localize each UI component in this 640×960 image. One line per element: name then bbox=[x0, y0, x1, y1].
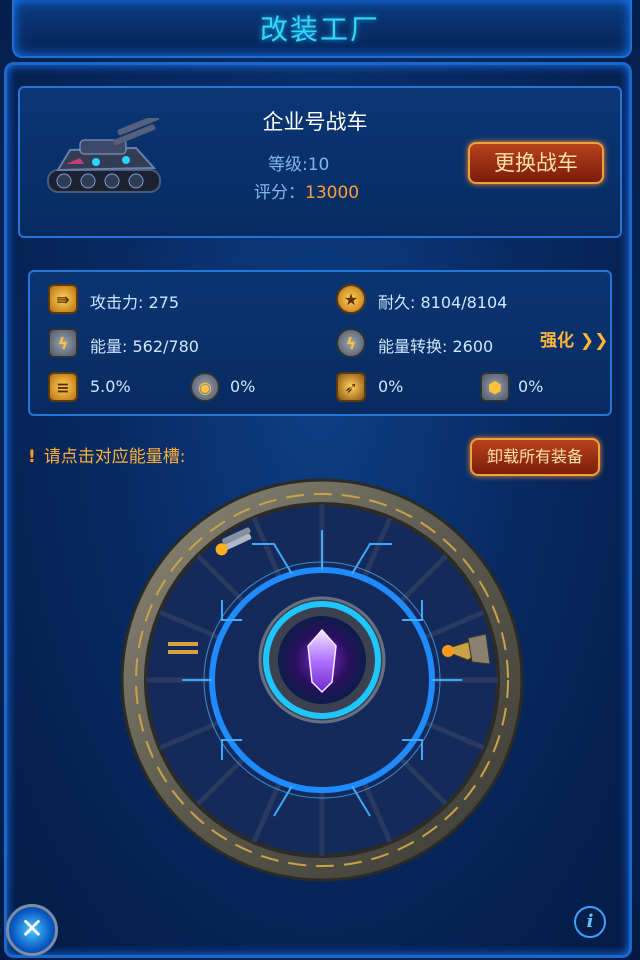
bonus-missile-value: 0% bbox=[378, 377, 404, 396]
energy-icon: ϟ bbox=[48, 328, 78, 358]
vehicle-level: 等级:10 bbox=[268, 150, 329, 175]
score-value: 13000 bbox=[305, 183, 360, 203]
armor-icon: ⬢ bbox=[480, 372, 510, 402]
energy-slot-ring bbox=[120, 478, 524, 882]
page-title: 改装工厂 bbox=[259, 13, 380, 46]
energy-conversion-stat: 能量转换: 2600 bbox=[378, 337, 494, 356]
level-label: 等级: bbox=[268, 155, 308, 175]
chevron-right-icon: ❯❯ bbox=[579, 331, 609, 351]
info-icon: i bbox=[586, 911, 594, 932]
bonus-armor-value: 0% bbox=[518, 377, 544, 396]
slot-prompt-text: 请点击对应能量槽: bbox=[43, 447, 186, 467]
change-vehicle-button[interactable]: 更换战车 bbox=[468, 142, 604, 184]
close-icon: ✕ bbox=[20, 912, 44, 945]
close-button[interactable]: ✕ bbox=[6, 904, 58, 956]
durability-icon: ★ bbox=[336, 284, 366, 314]
bonus-ammo-value: 5.0% bbox=[90, 377, 131, 396]
missile-icon: ➶ bbox=[336, 372, 366, 402]
slot-prompt: ! 请点击对应能量槽: bbox=[28, 442, 186, 467]
enhance-label: 强化 bbox=[540, 331, 574, 351]
bonus-target-value: 0% bbox=[230, 377, 256, 396]
energy-stat: 能量: 562/780 bbox=[90, 337, 199, 356]
attack-icon: ⇛ bbox=[48, 284, 78, 314]
level-value: 10 bbox=[307, 155, 330, 175]
ammo-icon: ≡ bbox=[48, 372, 78, 402]
target-icon: ◉ bbox=[190, 372, 220, 402]
durability-stat: 耐久: 8104/8104 bbox=[378, 293, 508, 312]
tank-image bbox=[47, 118, 161, 193]
energy-conversion-icon: ϟ bbox=[336, 328, 366, 358]
attack-stat: 攻击力: 275 bbox=[90, 293, 180, 312]
vehicle-score: 评分：13000 bbox=[254, 178, 359, 203]
vehicle-name: 企业号战车 bbox=[262, 110, 368, 134]
enhance-button[interactable]: 强化 ❯❯ bbox=[540, 326, 608, 351]
score-label: 评分： bbox=[254, 183, 305, 203]
info-button[interactable]: i bbox=[574, 906, 606, 938]
warning-icon: ! bbox=[28, 447, 36, 467]
